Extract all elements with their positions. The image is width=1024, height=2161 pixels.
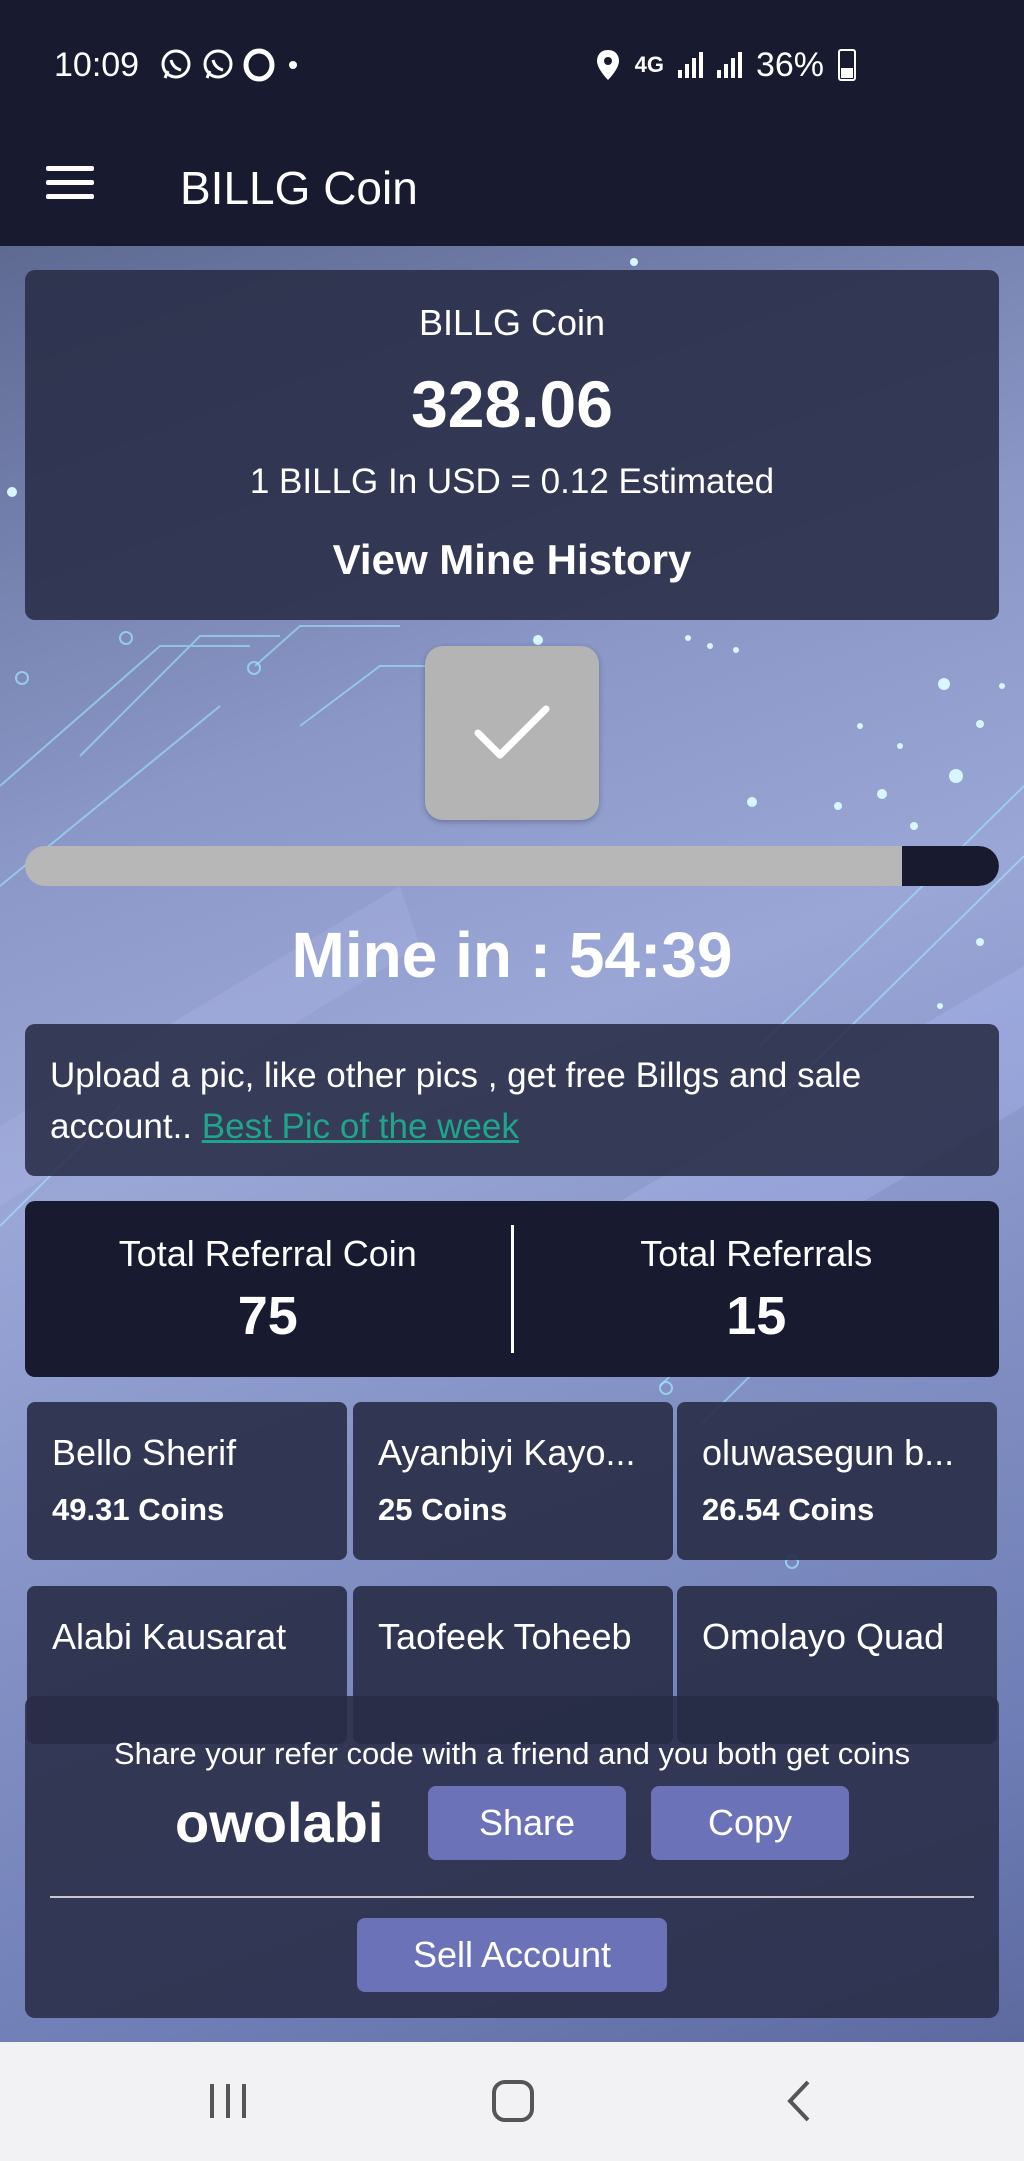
progress-remaining xyxy=(901,846,999,886)
coin-balance: 328.06 xyxy=(411,367,613,441)
referral-item[interactable]: oluwasegun b... 26.54 Coins xyxy=(677,1402,997,1560)
coin-label: BILLG Coin xyxy=(418,302,606,343)
share-divider xyxy=(50,1896,974,1898)
opera-icon xyxy=(243,48,275,82)
referral-coins: 26.54 Coins xyxy=(702,1492,875,1527)
status-time: 10:09 xyxy=(54,45,140,84)
referral-count-label: Total Referrals xyxy=(640,1233,873,1274)
navigation-bar xyxy=(0,2042,1024,2161)
mine-button[interactable] xyxy=(425,646,599,820)
share-button[interactable]: Share xyxy=(428,1786,626,1860)
location-icon xyxy=(596,50,619,80)
whatsapp-icon xyxy=(161,49,191,79)
referral-code: owolabi xyxy=(175,1791,384,1854)
referral-name: Ayanbiyi Kayo... xyxy=(378,1432,636,1473)
menu-icon[interactable] xyxy=(46,166,94,200)
dot-icon xyxy=(289,61,298,69)
battery-percent: 36% xyxy=(755,45,824,84)
recent-apps-icon[interactable] xyxy=(198,2076,258,2126)
usd-rate: 1 BILLG In USD = 0.12 Estimated xyxy=(249,462,775,501)
referral-count-value: 15 xyxy=(726,1286,787,1346)
status-bar: 10:09 4G 36% xyxy=(0,0,1024,130)
main-content: BILLG Coin 328.06 1 BILLG In USD = 0.12 … xyxy=(0,246,1024,2042)
referral-name: oluwasegun b... xyxy=(702,1432,955,1473)
mining-progress-bar xyxy=(25,846,999,886)
copy-button[interactable]: Copy xyxy=(651,1786,849,1860)
share-instructions: Share your refer code with a friend and … xyxy=(113,1736,911,1771)
referral-coin-label: Total Referral Coin xyxy=(118,1233,417,1274)
notice-card: Upload a pic, like other pics , get free… xyxy=(25,1024,999,1176)
best-pic-link[interactable]: Best Pic of the week xyxy=(202,1107,519,1146)
sell-account-button[interactable]: Sell Account xyxy=(357,1918,667,1992)
network-type: 4G xyxy=(634,52,664,77)
referral-item[interactable]: Bello Sherif 49.31 Coins xyxy=(27,1402,347,1560)
referral-item[interactable]: Ayanbiyi Kayo... 25 Coins xyxy=(353,1402,673,1560)
referral-coins: 49.31 Coins xyxy=(52,1492,225,1527)
referral-coins: 25 Coins xyxy=(378,1492,508,1527)
share-card: Share your refer code with a friend and … xyxy=(25,1696,999,2018)
app-bar: BILLG Coin xyxy=(0,130,1024,246)
view-mine-history-link[interactable]: View Mine History xyxy=(25,536,999,584)
signal-icon xyxy=(716,52,742,78)
checkmark-icon xyxy=(474,705,550,759)
app-title: BILLG Coin xyxy=(180,162,418,214)
referral-coin-value: 75 xyxy=(237,1286,298,1346)
mine-timer: Mine in : 54:39 xyxy=(291,919,733,991)
signal-icon xyxy=(677,52,703,78)
whatsapp-icon xyxy=(203,49,233,79)
referral-count-stat: Total Referrals 15 xyxy=(514,1201,1000,1377)
home-icon[interactable] xyxy=(484,2076,544,2126)
referral-stats-card: Total Referral Coin 75 Total Referrals 1… xyxy=(25,1201,999,1377)
referral-name: Alabi Kausarat xyxy=(52,1616,287,1657)
referral-coin-stat: Total Referral Coin 75 xyxy=(25,1201,511,1377)
share-row: owolabi Share Copy xyxy=(25,1786,999,1862)
battery-icon xyxy=(838,49,856,81)
referral-name: Bello Sherif xyxy=(52,1432,237,1473)
back-icon[interactable] xyxy=(770,2076,830,2126)
referral-name: Omolayo Quad xyxy=(702,1616,945,1657)
referral-name: Taofeek Toheeb xyxy=(378,1616,632,1657)
balance-card: BILLG Coin 328.06 1 BILLG In USD = 0.12 … xyxy=(25,270,999,620)
